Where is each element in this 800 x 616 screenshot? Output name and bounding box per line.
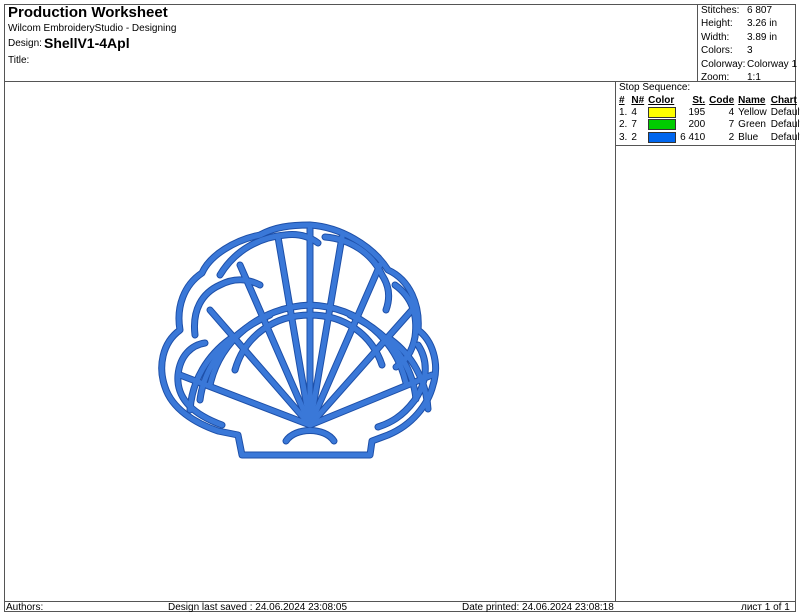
- row-name: Yellow: [738, 106, 767, 118]
- width-label: Width:: [701, 31, 730, 43]
- col-num: #: [619, 94, 625, 106]
- design-label: Design:: [8, 38, 42, 49]
- width-value: 3.89 in: [747, 31, 778, 43]
- col-color: Color: [648, 94, 675, 106]
- row-num: 1.: [619, 106, 628, 118]
- footer-last-saved: Design last saved : 24.06.2024 23:08:05: [168, 602, 348, 613]
- stop-sequence-label: Stop Sequence:: [619, 82, 691, 93]
- colorway-label: Colorway:: [701, 58, 746, 70]
- row-code: 4: [728, 106, 735, 118]
- page-title: Production Worksheet: [8, 4, 168, 21]
- footer-divider: [4, 601, 796, 602]
- table-row: 2. 7 200 7 Green Default: [617, 119, 800, 132]
- row-num: 2.: [619, 119, 628, 131]
- row-name: Green: [738, 119, 766, 131]
- zoom-value: 1:1: [747, 72, 761, 84]
- row-chart: Default: [770, 106, 800, 118]
- stitches-value: 6 807: [747, 5, 773, 16]
- color-swatch: [648, 106, 677, 118]
- colors-value: 3: [747, 45, 753, 57]
- app-name: Wilcom EmbroideryStudio - Designing: [8, 23, 177, 34]
- design-name: ShellV1-4Apl: [44, 35, 130, 51]
- col-stitches: St.: [692, 94, 706, 106]
- color-swatch: [648, 131, 677, 143]
- stop-sequence-table: # N# Color St. Code Name Chart 1. 4 195 …: [617, 94, 800, 144]
- height-label: Height:: [701, 18, 733, 30]
- row-stitches: 200: [688, 119, 706, 131]
- info-divider: [697, 4, 698, 82]
- row-code: 2: [728, 131, 735, 143]
- stitches-label: Stitches:: [701, 5, 740, 16]
- stop-table-divider: [615, 145, 796, 146]
- color-swatch: [648, 119, 677, 131]
- col-needle: N#: [631, 94, 645, 106]
- footer-page: лист 1 of 1: [741, 602, 790, 613]
- row-chart: Default: [770, 131, 800, 143]
- stop-divider: [615, 81, 616, 602]
- title-label: Title:: [8, 55, 30, 66]
- row-needle: 7: [631, 119, 637, 131]
- footer-authors: Authors:: [6, 602, 44, 613]
- row-code: 7: [728, 119, 735, 131]
- row-stitches: 6 410: [680, 131, 706, 143]
- row-needle: 4: [631, 106, 637, 118]
- colors-label: Colors:: [701, 45, 733, 57]
- row-num: 3.: [619, 131, 628, 143]
- col-name: Name: [738, 94, 766, 106]
- shell-embroidery-design: [158, 221, 440, 459]
- row-chart: Default: [770, 119, 800, 131]
- col-code: Code: [709, 94, 735, 106]
- height-value: 3.26 in: [747, 18, 778, 30]
- table-row: 3. 2 6 410 2 Blue Default: [617, 131, 800, 144]
- col-chart: Chart: [770, 94, 797, 106]
- table-row: 1. 4 195 4 Yellow Default: [617, 106, 800, 119]
- row-stitches: 195: [688, 106, 706, 118]
- row-needle: 2: [631, 131, 637, 143]
- zoom-label: Zoom:: [701, 72, 730, 84]
- design-info: Stitches: 6 807 Height: 3.26 in Width: 3.89…: [701, 4, 797, 84]
- colorway-value: Colorway 1: [747, 58, 798, 70]
- row-name: Blue: [738, 131, 759, 143]
- footer-date-printed: Date printed: 24.06.2024 23:08:18: [462, 602, 614, 613]
